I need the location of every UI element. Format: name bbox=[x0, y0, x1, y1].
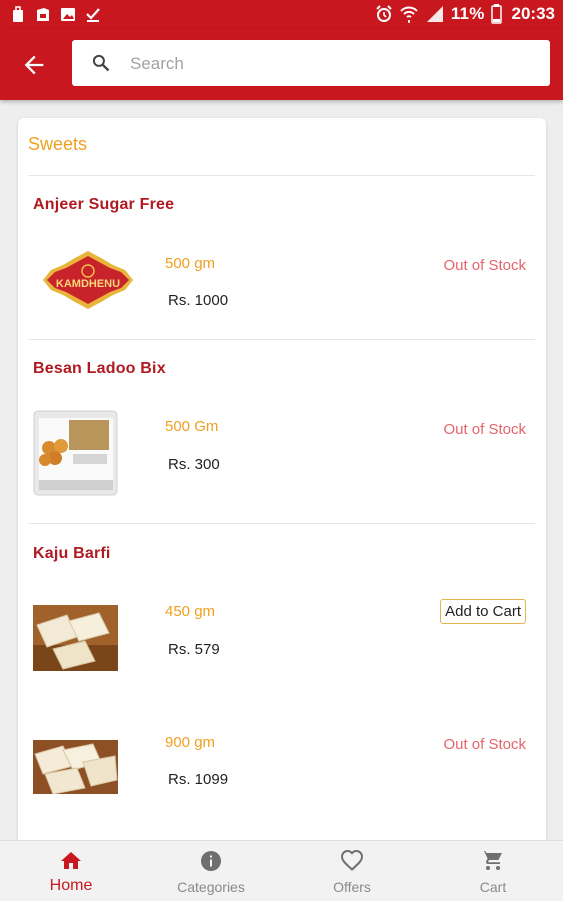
info-icon bbox=[201, 851, 221, 871]
nav-home-label: Home bbox=[49, 877, 93, 894]
cart-icon bbox=[482, 851, 502, 870]
app-bar bbox=[0, 30, 563, 100]
alarm-icon bbox=[376, 5, 392, 22]
bag-notification-icon bbox=[13, 6, 23, 22]
product-image-kaju-barfi[interactable] bbox=[33, 740, 118, 794]
product-name[interactable]: Kaju Barfi bbox=[33, 545, 111, 563]
variant-price: Rs. 300 bbox=[168, 456, 220, 473]
variant-weight: 900 gm bbox=[165, 734, 216, 751]
variant-price: Rs. 1099 bbox=[168, 771, 229, 788]
product-list-card: Sweets Anjeer Sugar Free KAMDHENU 500 gm… bbox=[18, 118, 546, 858]
home-icon bbox=[61, 852, 81, 869]
variant-weight: 500 Gm bbox=[165, 418, 219, 435]
product-name[interactable]: Besan Ladoo Bix bbox=[33, 360, 166, 378]
bottom-navigation: Home Categories Offers Cart bbox=[0, 840, 563, 901]
product-name[interactable]: Anjeer Sugar Free bbox=[33, 196, 174, 214]
battery-icon bbox=[490, 4, 502, 24]
divider bbox=[28, 523, 535, 524]
category-title: Sweets bbox=[28, 134, 88, 154]
nav-categories-label: Categories bbox=[177, 879, 245, 895]
nav-offers-label: Offers bbox=[333, 879, 371, 895]
nav-offers[interactable]: Offers bbox=[292, 841, 412, 901]
nav-cart-label: Cart bbox=[479, 879, 507, 895]
notification-icons bbox=[10, 6, 101, 23]
divider bbox=[28, 175, 535, 176]
product-image-kaju-barfi[interactable] bbox=[33, 605, 118, 671]
search-icon[interactable] bbox=[91, 53, 111, 73]
signal-icon bbox=[426, 6, 443, 22]
divider bbox=[28, 339, 535, 340]
wifi-icon bbox=[400, 6, 418, 23]
variant-price: Rs. 1000 bbox=[168, 292, 229, 309]
variant-price: Rs. 579 bbox=[168, 641, 220, 658]
download-done-icon bbox=[86, 8, 100, 22]
nav-cart[interactable]: Cart bbox=[433, 841, 553, 901]
variant-weight: 450 gm bbox=[165, 603, 216, 620]
status-bar: 11% 20:33 bbox=[0, 0, 563, 30]
out-of-stock-label: Out of Stock bbox=[443, 736, 526, 753]
add-to-cart-button[interactable]: Add to Cart bbox=[440, 599, 526, 624]
product-image-kamdhenu-logo[interactable]: KAMDHENU bbox=[33, 245, 143, 315]
heart-icon bbox=[340, 849, 364, 871]
system-status: 11% 20:33 bbox=[375, 4, 555, 24]
product-image-besan-ladoo[interactable] bbox=[33, 410, 118, 496]
variant-weight: 500 gm bbox=[165, 255, 216, 272]
search-input[interactable] bbox=[128, 40, 542, 88]
nav-categories[interactable]: Categories bbox=[151, 841, 271, 901]
file-notification-icon bbox=[37, 8, 49, 21]
battery-percent: 11% bbox=[450, 4, 485, 23]
out-of-stock-label: Out of Stock bbox=[443, 257, 526, 274]
nav-home[interactable]: Home bbox=[11, 841, 131, 901]
search-bar[interactable] bbox=[72, 40, 550, 88]
clock-time: 20:33 bbox=[511, 4, 555, 23]
kamdhenu-logo-text: KAMDHENU bbox=[56, 278, 120, 290]
out-of-stock-label: Out of Stock bbox=[443, 421, 526, 438]
image-notification-icon bbox=[61, 8, 75, 21]
back-arrow-icon[interactable] bbox=[20, 51, 48, 79]
